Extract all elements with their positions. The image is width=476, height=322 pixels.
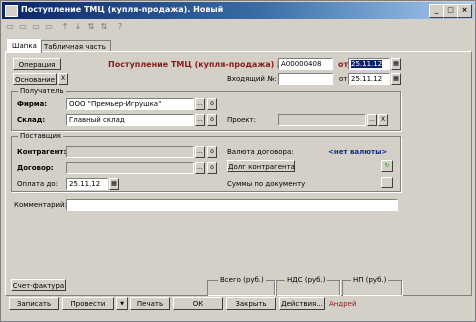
help-icon[interactable]: ?: [115, 22, 125, 32]
record-button[interactable]: Записать: [9, 297, 59, 310]
post-button[interactable]: Провести: [62, 297, 114, 310]
sort-asc-icon[interactable]: ⇅: [86, 22, 96, 32]
title-bar: Поступление ТМЦ (купля-продажа). Новый _…: [2, 2, 474, 19]
project-label: Проект:: [227, 116, 256, 124]
incoming-date-label: от: [339, 75, 348, 83]
maximize-button[interactable]: □: [443, 4, 458, 18]
copy-icon[interactable]: ▭: [18, 22, 28, 32]
doc-number-field[interactable]: А00000408: [278, 58, 333, 70]
document-sums-button[interactable]: [381, 177, 393, 188]
calendar-icon[interactable]: ▦: [109, 178, 119, 190]
comment-label: Комментарий:: [14, 201, 67, 209]
warehouse-open-button[interactable]: о: [207, 114, 217, 126]
contract-field[interactable]: [66, 162, 194, 174]
warehouse-select-button[interactable]: ...: [195, 114, 205, 126]
document-sums-label: Суммы по документу: [227, 180, 306, 188]
vat-label: НДС (руб.): [285, 276, 328, 284]
np-group: НП (руб.): [342, 276, 402, 295]
counterparty-debt-button[interactable]: Долг контрагента: [227, 160, 295, 172]
sort-desc-icon[interactable]: ⇅: [99, 22, 109, 32]
basis-button[interactable]: Основание: [13, 73, 57, 85]
incoming-number-label: Входящий №:: [227, 75, 277, 83]
post-dropdown-button[interactable]: ▼: [116, 297, 128, 310]
current-user: Андрей: [329, 300, 357, 308]
print-button[interactable]: Печать: [130, 297, 170, 310]
firm-select-button[interactable]: ...: [195, 98, 205, 110]
counterparty-open-button[interactable]: о: [207, 146, 217, 158]
status-bar: [2, 311, 474, 321]
vat-group: НДС (руб.): [276, 276, 340, 295]
incoming-number-field[interactable]: [278, 73, 333, 85]
toolbar: ▭ ▭ ▭ ▭ ↑ ↓ ⇅ ⇅ ?: [5, 21, 465, 35]
project-clear-button[interactable]: X: [378, 114, 388, 126]
document-icon: [5, 5, 18, 17]
close-button[interactable]: ×: [457, 4, 472, 18]
move-down-icon[interactable]: ↓: [73, 22, 83, 32]
np-label: НП (руб.): [351, 276, 389, 284]
firm-label: Фирма:: [17, 100, 48, 108]
ok-button[interactable]: ОК: [173, 297, 223, 310]
currency-value: <нет валюты>: [328, 148, 388, 156]
header-panel: Операция Поступление ТМЦ (купля-продажа)…: [5, 51, 472, 296]
incoming-date-field[interactable]: 25.11.12: [348, 73, 390, 85]
warehouse-field[interactable]: Главный склад: [66, 114, 194, 126]
project-field[interactable]: [278, 114, 366, 126]
close-window-button[interactable]: Закрыть: [226, 297, 276, 310]
receiver-group-title: Получатель: [18, 87, 66, 95]
doc-date-field[interactable]: 25.11.12: [348, 58, 390, 70]
doc-date-label: от: [338, 60, 349, 69]
basis-clear-button[interactable]: X: [58, 73, 68, 85]
contract-select-button[interactable]: ...: [195, 162, 205, 174]
new-icon[interactable]: ▭: [5, 22, 15, 32]
contract-open-button[interactable]: о: [207, 162, 217, 174]
operation-button[interactable]: Операция: [13, 58, 61, 70]
pay-until-label: Оплата до:: [17, 180, 58, 188]
refresh-icon[interactable]: ↻: [381, 160, 393, 172]
counterparty-label: Контрагент:: [17, 148, 67, 156]
document-window: Поступление ТМЦ (купля-продажа). Новый _…: [0, 0, 476, 322]
actions-button[interactable]: Действия...: [279, 297, 325, 310]
counterparty-field[interactable]: [66, 146, 194, 158]
currency-label: Валюта договора:: [227, 148, 294, 156]
supplier-group-title: Поставщик: [18, 132, 64, 140]
doc-title: Поступление ТМЦ (купля-продажа) №: [108, 60, 287, 69]
total-label: Всего (руб.): [218, 276, 266, 284]
contract-label: Договор:: [17, 164, 54, 172]
move-up-icon[interactable]: ↑: [60, 22, 70, 32]
window-title: Поступление ТМЦ (купля-продажа). Новый: [21, 5, 224, 14]
project-select-button[interactable]: ...: [367, 114, 377, 126]
tab-header[interactable]: Шапка: [7, 39, 42, 53]
comment-field[interactable]: [66, 199, 398, 211]
firm-open-button[interactable]: о: [207, 98, 217, 110]
warehouse-label: Склад:: [17, 116, 46, 124]
total-group: Всего (руб.): [207, 276, 275, 295]
firm-field[interactable]: ООО "Премьер-Игрушка": [66, 98, 194, 110]
pay-until-field[interactable]: 25.11.12: [66, 178, 108, 190]
counterparty-select-button[interactable]: ...: [195, 146, 205, 158]
minimize-button[interactable]: _: [429, 4, 444, 18]
delete-icon[interactable]: ▭: [44, 22, 54, 32]
calendar-icon[interactable]: ▦: [391, 73, 401, 85]
edit-icon[interactable]: ▭: [31, 22, 41, 32]
invoice-button[interactable]: Счет-фактура: [11, 279, 66, 291]
calendar-icon[interactable]: ▦: [391, 58, 401, 70]
